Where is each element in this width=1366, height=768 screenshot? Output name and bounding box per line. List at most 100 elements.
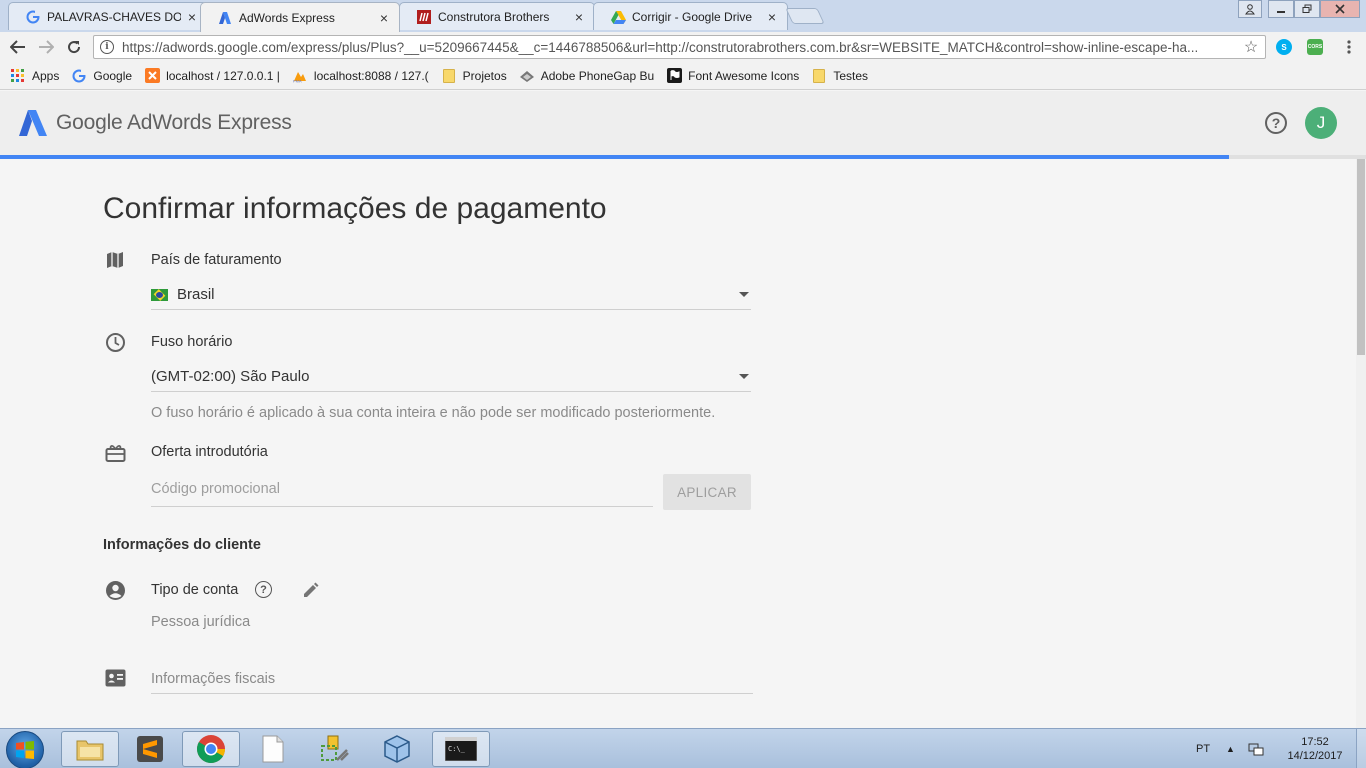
show-desktop-button[interactable] <box>1356 729 1366 768</box>
tab-title: AdWords Express <box>239 10 335 25</box>
construtora-icon <box>416 9 432 25</box>
payment-form: Confirmar informações de pagamento País … <box>0 159 1356 728</box>
bookmark-label: Testes <box>833 68 868 83</box>
database-tools-icon <box>321 735 349 761</box>
clock-icon <box>104 331 126 353</box>
bookmark-font-awesome[interactable]: Font Awesome Icons <box>666 68 799 84</box>
clock-time: 17:52 <box>1301 736 1329 748</box>
tax-info-field[interactable]: Informações fiscais <box>151 664 753 694</box>
clock-date: 14/12/2017 <box>1287 750 1343 762</box>
taskbar-command-prompt[interactable]: C:\_ <box>432 731 490 767</box>
taskbar-chrome[interactable] <box>182 731 240 767</box>
windows-start-button[interactable] <box>6 731 44 768</box>
bookmark-projetos[interactable]: Projetos <box>441 68 507 84</box>
bookmarks-bar: Apps Google localhost / 127.0.0.1 | PMA … <box>0 62 1366 90</box>
back-arrow-icon[interactable] <box>7 37 29 57</box>
command-prompt-icon: C:\_ <box>445 737 477 761</box>
brand-name: Google AdWords Express <box>56 111 292 134</box>
help-circle-icon[interactable]: ? <box>255 581 272 598</box>
promo-code-placeholder: Código promocional <box>151 480 280 497</box>
edit-pencil-icon[interactable] <box>300 579 322 601</box>
bookmark-phonegap[interactable]: Adobe PhoneGap Bu <box>519 68 654 84</box>
reload-icon[interactable] <box>63 37 85 57</box>
site-info-icon[interactable]: i <box>100 40 114 54</box>
system-clock[interactable]: 17:52 14/12/2017 <box>1278 735 1352 763</box>
folder-icon <box>441 68 457 84</box>
tab-adwords-express[interactable]: AdWords Express × <box>200 2 400 32</box>
google-g-icon <box>25 9 41 25</box>
avatar[interactable]: J <box>1305 107 1337 139</box>
tray-expand-icon[interactable]: ▲ <box>1226 729 1235 768</box>
taskbar-database-tool[interactable] <box>306 731 364 767</box>
bookmark-label: Font Awesome Icons <box>688 68 800 83</box>
phpmyadmin-icon: PMA <box>292 68 308 84</box>
document-icon <box>262 735 284 763</box>
bookmark-localhost-8088[interactable]: PMA localhost:8088 / 127.( <box>292 68 429 84</box>
account-circle-icon <box>104 579 126 601</box>
address-bar[interactable]: i https://adwords.google.com/express/plu… <box>93 35 1266 59</box>
sublime-text-icon <box>137 736 163 762</box>
dropdown-arrow-icon <box>739 374 749 379</box>
xampp-icon <box>144 68 160 84</box>
forward-arrow-icon[interactable] <box>35 37 57 57</box>
minimize-button[interactable] <box>1268 0 1294 18</box>
help-icon[interactable]: ? <box>1265 112 1287 134</box>
promo-code-input[interactable]: Código promocional <box>151 471 653 507</box>
bookmark-label: Adobe PhoneGap Bu <box>540 68 655 83</box>
taskbar-virtualbox[interactable] <box>368 731 426 767</box>
page-scrollbar[interactable] <box>1356 159 1366 728</box>
chrome-menu-icon[interactable] <box>1338 37 1360 57</box>
offer-label: Oferta introdutória <box>151 444 268 460</box>
network-icon[interactable] <box>1248 729 1264 768</box>
bookmark-star-icon[interactable]: ☆ <box>1241 37 1261 57</box>
country-label: País de faturamento <box>151 252 282 268</box>
url-text: https://adwords.google.com/express/plus/… <box>122 39 1199 55</box>
tax-info-label: Informações fiscais <box>151 670 276 687</box>
tab-google-drive[interactable]: Corrigir - Google Drive × <box>593 2 788 30</box>
map-icon <box>104 249 126 271</box>
new-tab-button[interactable] <box>785 8 825 24</box>
adwords-icon <box>217 10 233 26</box>
cors-extension-icon[interactable]: CORS <box>1307 39 1323 55</box>
country-select[interactable]: Brasil <box>151 280 751 310</box>
timezone-label: Fuso horário <box>151 334 233 350</box>
close-icon[interactable]: × <box>377 11 391 25</box>
close-window-button[interactable] <box>1320 0 1360 18</box>
restore-button[interactable] <box>1294 0 1320 18</box>
chrome-icon <box>197 735 225 763</box>
close-icon[interactable]: × <box>185 10 199 24</box>
adwords-express-logo[interactable]: Google AdWords Express <box>18 109 292 137</box>
taskbar-document[interactable] <box>244 731 302 767</box>
svg-text:C:\_: C:\_ <box>448 745 466 753</box>
timezone-hint: O fuso horário é aplicado à sua conta in… <box>151 405 716 421</box>
virtualbox-cube-icon <box>384 735 410 763</box>
folder-icon <box>811 68 827 84</box>
apps-grid-icon <box>10 68 26 84</box>
svg-text:PMA: PMA <box>293 78 302 83</box>
google-drive-icon <box>610 9 626 25</box>
tab-title: Construtora Brothers <box>438 9 550 24</box>
scrollbar-thumb[interactable] <box>1357 159 1365 355</box>
bookmark-apps[interactable]: Apps <box>10 68 59 84</box>
timezone-select[interactable]: (GMT-02:00) São Paulo <box>151 362 751 392</box>
bookmark-label: localhost / 127.0.0.1 | <box>166 68 280 83</box>
taskbar-file-explorer[interactable] <box>61 731 119 767</box>
apply-button[interactable]: APLICAR <box>663 474 751 510</box>
taskbar-sublime-text[interactable] <box>121 731 179 767</box>
account-type-value: Pessoa jurídica <box>151 614 251 630</box>
user-profile-icon[interactable] <box>1238 0 1262 18</box>
bookmark-label: Apps <box>32 68 60 83</box>
close-icon[interactable]: × <box>765 10 779 24</box>
bookmark-google[interactable]: Google <box>71 68 132 84</box>
account-type-label: Tipo de conta <box>151 582 239 598</box>
bookmark-localhost-xampp[interactable]: localhost / 127.0.0.1 | <box>144 68 280 84</box>
timezone-value: (GMT-02:00) São Paulo <box>151 368 310 385</box>
windows-logo-icon <box>16 741 34 759</box>
language-indicator[interactable]: PT <box>1196 729 1210 768</box>
tab-palavras-chaves[interactable]: PALAVRAS-CHAVES DO ( × <box>8 2 208 30</box>
close-icon[interactable]: × <box>572 10 586 24</box>
tab-construtora-brothers[interactable]: Construtora Brothers × <box>399 2 595 30</box>
windows-taskbar: C:\_ PT ▲ 17:52 14/12/2017 <box>0 728 1366 768</box>
skype-extension-icon[interactable]: S <box>1276 39 1292 55</box>
bookmark-testes[interactable]: Testes <box>811 68 868 84</box>
